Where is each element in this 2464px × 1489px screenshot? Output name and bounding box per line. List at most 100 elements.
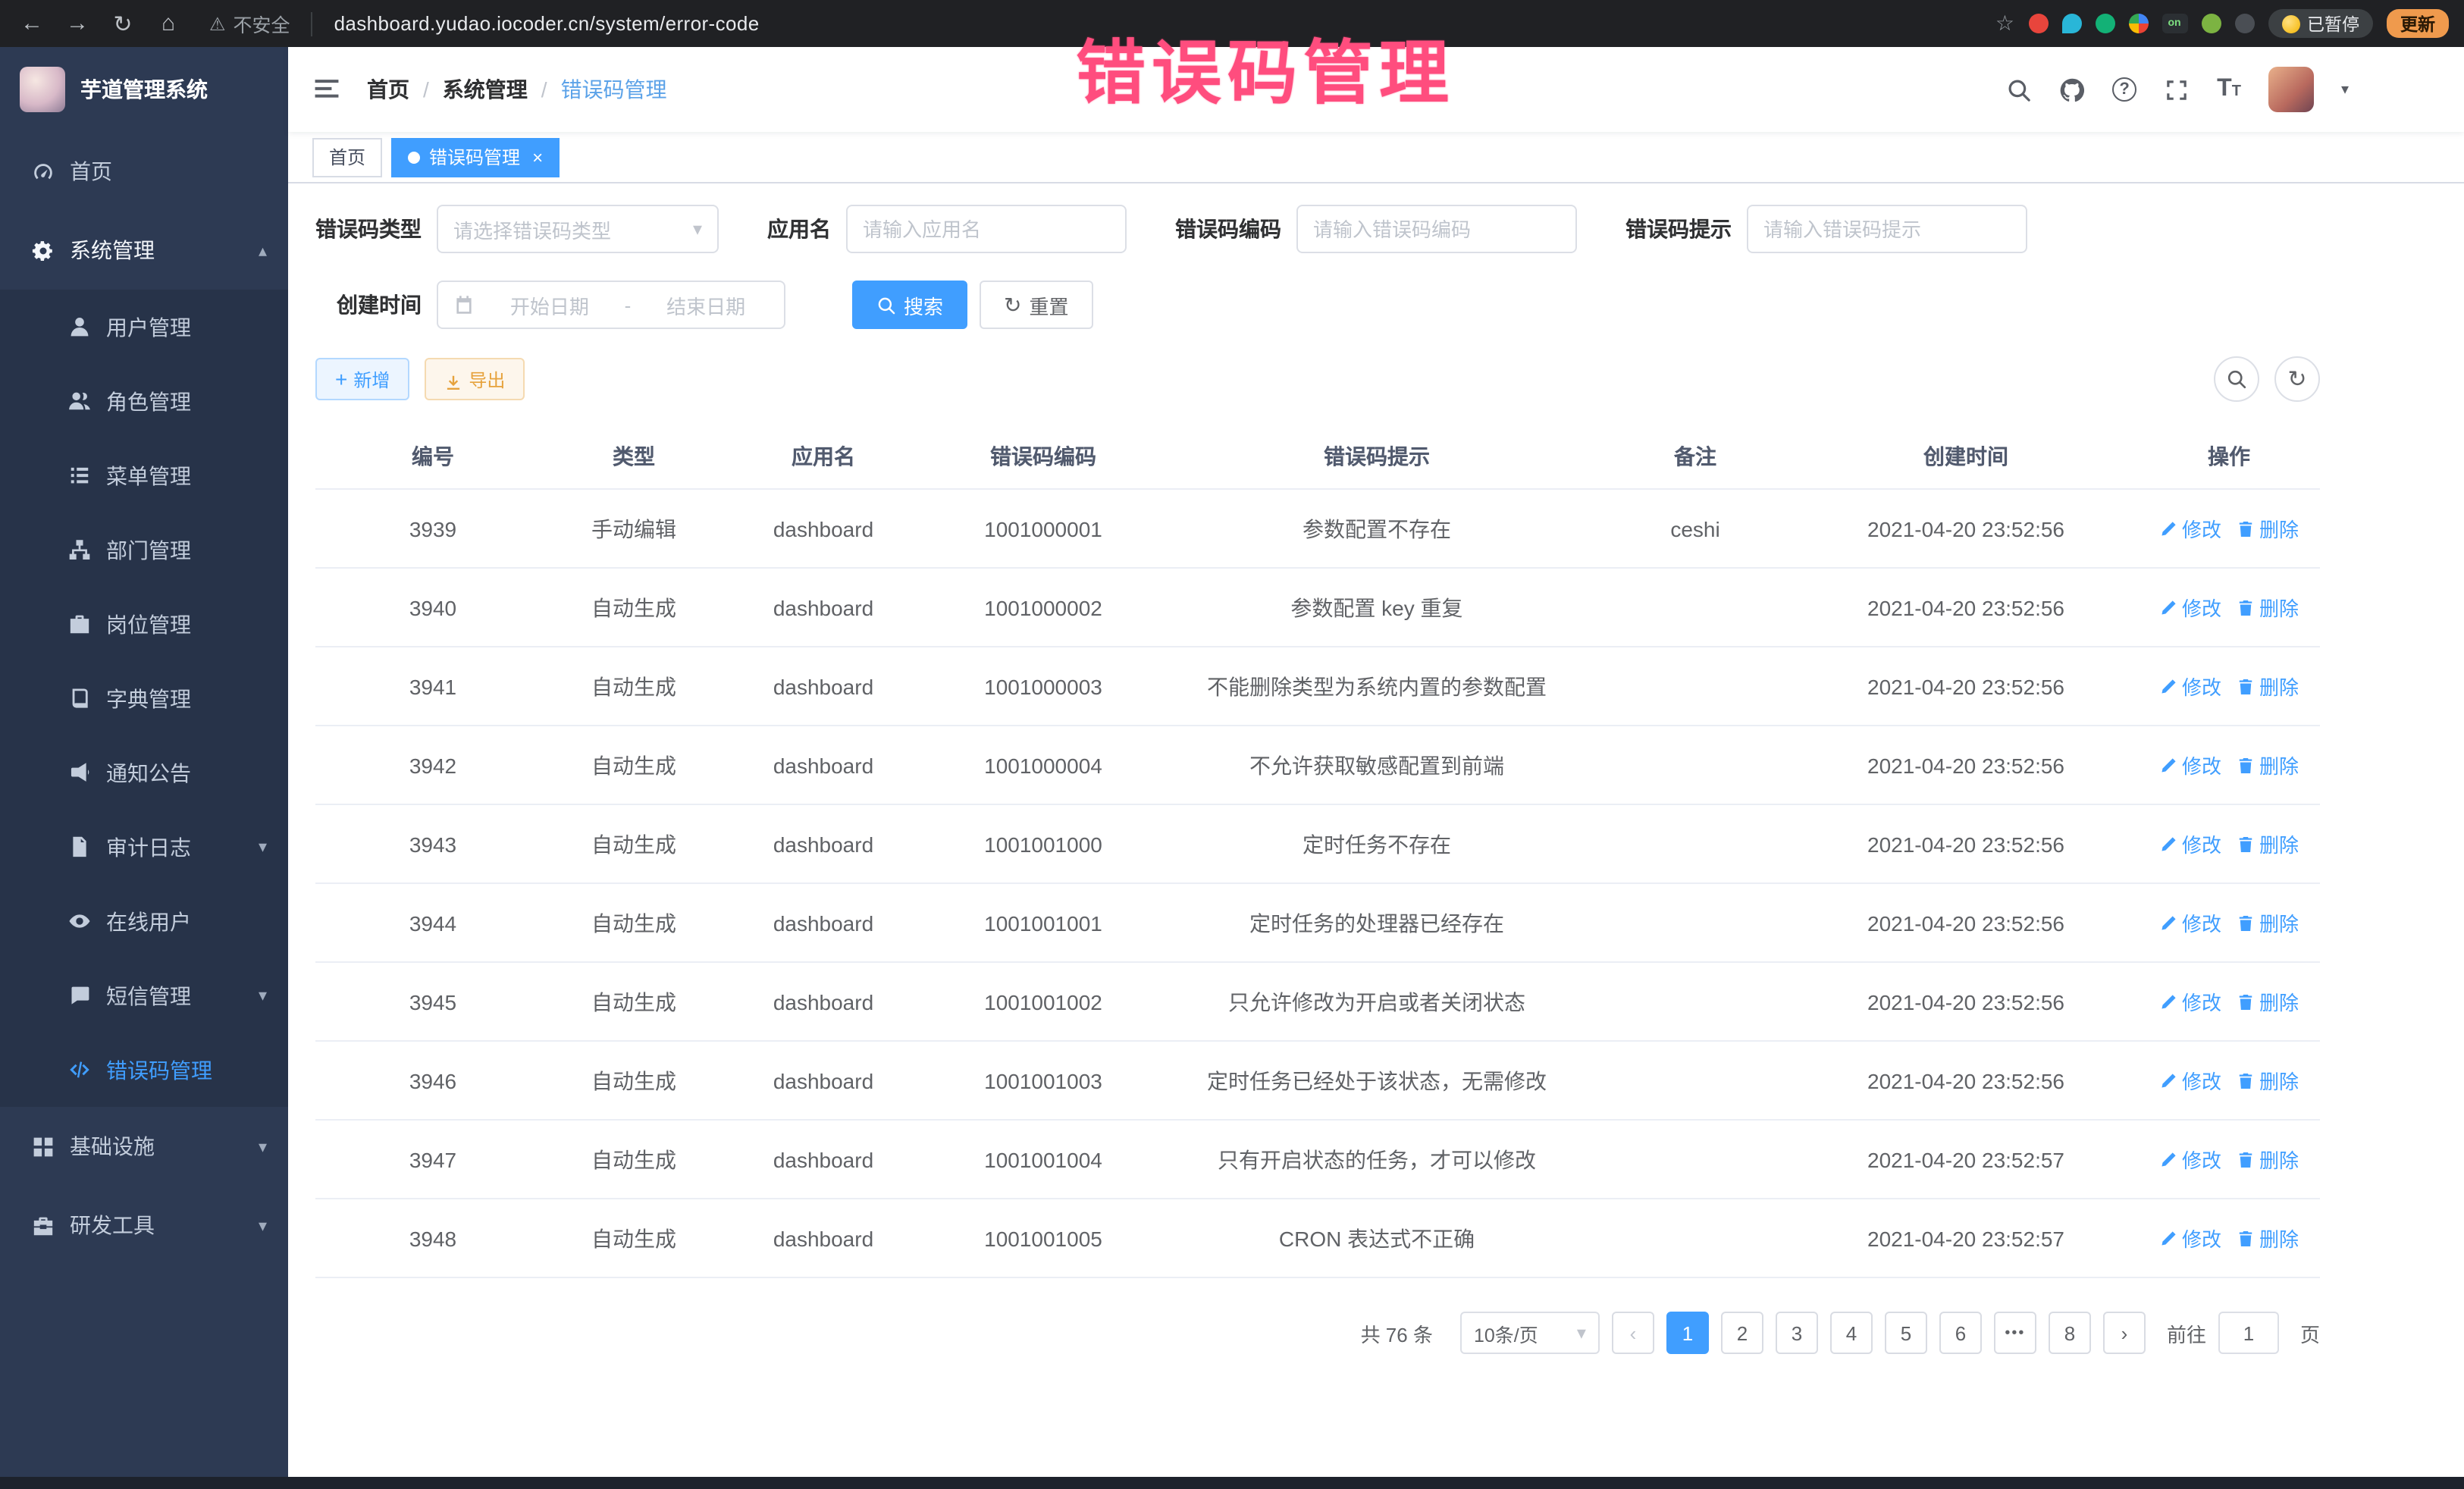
delete-link[interactable]: 删除 <box>2237 908 2299 937</box>
sidebar-item-sms[interactable]: 短信管理▾ <box>0 958 288 1033</box>
chevron-down-icon[interactable]: ▾ <box>2341 81 2349 98</box>
delete-link[interactable]: 删除 <box>2237 751 2299 779</box>
sidebar-item-post[interactable]: 岗位管理 <box>0 587 288 661</box>
sidebar-item-home[interactable]: 首页 <box>0 132 288 211</box>
profile-smiley-icon <box>2281 14 2299 33</box>
delete-link[interactable]: 删除 <box>2237 987 2299 1016</box>
pagination-page-2[interactable]: 2 <box>1721 1312 1763 1354</box>
sidebar-item-label: 字典管理 <box>106 683 191 713</box>
update-button[interactable]: 更新 <box>2387 9 2449 38</box>
forward-icon[interactable]: → <box>61 11 94 36</box>
tab-error-code[interactable]: 错误码管理 × <box>391 137 560 177</box>
github-icon[interactable] <box>2059 77 2085 102</box>
edit-link[interactable]: 修改 <box>2159 672 2221 701</box>
extension-icon-colorful[interactable] <box>2128 14 2148 33</box>
filter-label: 错误码提示 <box>1625 214 1732 244</box>
home-icon[interactable]: ⌂ <box>152 11 185 36</box>
cell-created: 2021-04-20 23:52:56 <box>1794 674 2138 698</box>
extension-icon-green[interactable] <box>2095 14 2114 33</box>
edit-link[interactable]: 修改 <box>2159 514 2221 543</box>
goto-page-input[interactable] <box>2218 1312 2279 1354</box>
sidebar-item-devtools[interactable]: 研发工具▾ <box>0 1186 288 1265</box>
toggle-search-button[interactable] <box>2214 356 2259 402</box>
error-hint-input[interactable] <box>1747 205 2027 253</box>
delete-link[interactable]: 删除 <box>2237 829 2299 858</box>
extension-icon-on-badge[interactable]: on <box>2161 14 2187 33</box>
sidebar-item-dept[interactable]: 部门管理 <box>0 513 288 587</box>
close-icon[interactable]: × <box>532 148 543 166</box>
pagination-page-8[interactable]: 8 <box>2049 1312 2091 1354</box>
error-type-select[interactable]: 请选择错误码类型 ▾ <box>437 205 719 253</box>
pagination-more[interactable]: ••• <box>1994 1312 2036 1354</box>
edit-link[interactable]: 修改 <box>2159 987 2221 1016</box>
delete-icon <box>2237 992 2255 1011</box>
extension-icon-dark[interactable] <box>2234 14 2254 33</box>
export-button[interactable]: 导出 <box>425 358 525 400</box>
cell-app: dashboard <box>717 1147 929 1171</box>
back-icon[interactable]: ← <box>15 11 49 36</box>
delete-link[interactable]: 删除 <box>2237 1224 2299 1252</box>
extension-icon-red[interactable] <box>2028 14 2048 33</box>
breadcrumb-item[interactable]: 首页 <box>367 74 409 105</box>
sidebar-item-user[interactable]: 用户管理 <box>0 290 288 364</box>
error-code-input[interactable] <box>1296 205 1577 253</box>
date-range-picker[interactable]: 开始日期 - 结束日期 <box>437 281 785 329</box>
sidebar-item-infra[interactable]: 基础设施▾ <box>0 1107 288 1186</box>
reload-icon[interactable]: ↻ <box>106 10 140 37</box>
security-chip[interactable]: ⚠ 不安全 <box>209 9 290 38</box>
pagination-page-6[interactable]: 6 <box>1939 1312 1982 1354</box>
hamburger-icon[interactable] <box>312 74 343 105</box>
edit-link[interactable]: 修改 <box>2159 1145 2221 1174</box>
help-icon[interactable]: ? <box>2112 77 2136 102</box>
pagination-next[interactable]: › <box>2103 1312 2146 1354</box>
fullscreen-icon[interactable] <box>2164 77 2190 102</box>
pagination-page-4[interactable]: 4 <box>1830 1312 1873 1354</box>
sidebar-item-errorcode[interactable]: 错误码管理 <box>0 1033 288 1107</box>
delete-link[interactable]: 删除 <box>2237 1066 2299 1095</box>
edit-icon <box>2159 835 2177 853</box>
edit-link[interactable]: 修改 <box>2159 1224 2221 1252</box>
sidebar-item-online[interactable]: 在线用户 <box>0 884 288 958</box>
pagination-pages: 123456 ••• 8 <box>1666 1312 2091 1354</box>
add-button[interactable]: + 新增 <box>315 358 409 400</box>
pagination-page-5[interactable]: 5 <box>1885 1312 1927 1354</box>
search-icon[interactable] <box>2006 77 2032 102</box>
sidebar-item-audit[interactable]: 审计日志▾ <box>0 810 288 884</box>
paused-badge[interactable]: 已暂停 <box>2268 9 2373 38</box>
url-text[interactable]: dashboard.yudao.iocoder.cn/system/error-… <box>334 12 760 35</box>
sidebar-item-role[interactable]: 角色管理 <box>0 364 288 438</box>
reset-button[interactable]: ↻ 重置 <box>980 281 1093 329</box>
cell-actions: 修改删除 <box>2138 1145 2320 1174</box>
edit-link[interactable]: 修改 <box>2159 593 2221 622</box>
app-logo[interactable]: 芋道管理系统 <box>0 47 288 132</box>
sidebar-item-notice[interactable]: 通知公告 <box>0 735 288 810</box>
extension-icon-drop[interactable] <box>2061 14 2081 33</box>
pagination-page-1[interactable]: 1 <box>1666 1312 1709 1354</box>
sidebar-item-dict[interactable]: 字典管理 <box>0 661 288 735</box>
sidebar-item-label: 菜单管理 <box>106 460 191 491</box>
cell-actions: 修改删除 <box>2138 908 2320 937</box>
extension-icon-leaf[interactable] <box>2201 14 2221 33</box>
page-size-select[interactable]: 10条/页 ▾ <box>1460 1312 1600 1354</box>
delete-link[interactable]: 删除 <box>2237 672 2299 701</box>
delete-link[interactable]: 删除 <box>2237 1145 2299 1174</box>
search-button[interactable]: 搜索 <box>852 281 967 329</box>
edit-link[interactable]: 修改 <box>2159 751 2221 779</box>
pagination-prev[interactable]: ‹ <box>1612 1312 1654 1354</box>
cell-hint: 参数配置不存在 <box>1157 513 1597 544</box>
edit-link[interactable]: 修改 <box>2159 1066 2221 1095</box>
sidebar-item-menu[interactable]: 菜单管理 <box>0 438 288 513</box>
sidebar-item-system[interactable]: 系统管理▴ <box>0 211 288 290</box>
font-size-icon[interactable]: TT <box>2217 76 2241 103</box>
edit-link[interactable]: 修改 <box>2159 829 2221 858</box>
tab-home[interactable]: 首页 <box>312 137 382 177</box>
delete-link[interactable]: 删除 <box>2237 514 2299 543</box>
breadcrumb-item[interactable]: 系统管理 <box>443 74 528 105</box>
avatar[interactable] <box>2268 67 2314 112</box>
refresh-button[interactable]: ↻ <box>2274 356 2320 402</box>
app-name-input[interactable] <box>846 205 1127 253</box>
delete-link[interactable]: 删除 <box>2237 593 2299 622</box>
bookmark-star-icon[interactable]: ☆ <box>1995 11 2014 36</box>
pagination-page-3[interactable]: 3 <box>1776 1312 1818 1354</box>
edit-link[interactable]: 修改 <box>2159 908 2221 937</box>
